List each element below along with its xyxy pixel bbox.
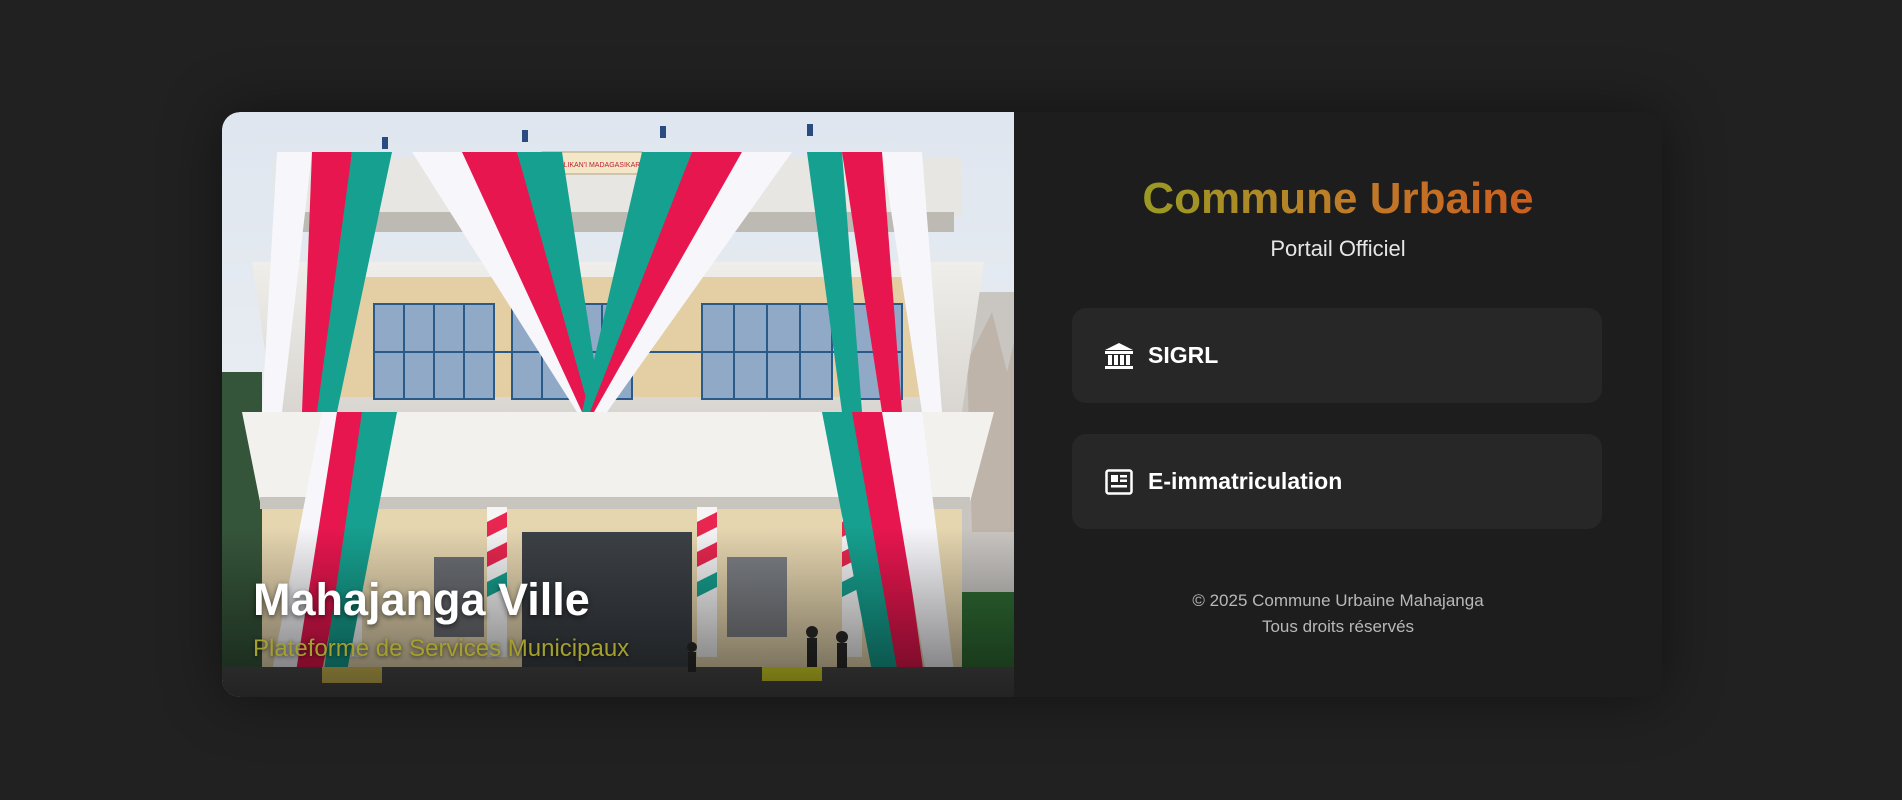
footer: © 2025 Commune Urbaine Mahajanga Tous dr… (1014, 588, 1662, 640)
login-card: REPOBLIKAN'I MADAGASIKARA Mahajanga Vill… (222, 112, 1662, 697)
service-button-e-immatriculation[interactable]: E-immatriculation (1072, 434, 1602, 529)
service-button-sigrl[interactable]: SIGRL (1072, 308, 1602, 403)
building-columns-icon (1104, 341, 1134, 371)
id-card-icon (1104, 467, 1134, 497)
brand-title-text: Commune Urbaine (1142, 174, 1534, 223)
hero-subtitle: Plateforme de Services Municipaux (253, 635, 630, 662)
hero-title: Mahajanga Ville (253, 574, 590, 625)
service-label-e-immatriculation: E-immatriculation (1148, 468, 1343, 494)
city-hall-photo: REPOBLIKAN'I MADAGASIKARA Mahajanga Vill… (222, 112, 1014, 697)
footer-rights: Tous droits réservés (1261, 617, 1415, 636)
footer-copyright: © 2025 Commune Urbaine Mahajanga (1192, 591, 1484, 610)
brand-title: Commune Urbaine (1014, 174, 1662, 224)
brand-subtitle: Portail Officiel (1270, 236, 1406, 261)
service-label-sigrl: SIGRL (1148, 342, 1219, 368)
portal-panel: Commune Urbaine Portail Officiel SIGRL E… (1014, 112, 1662, 697)
